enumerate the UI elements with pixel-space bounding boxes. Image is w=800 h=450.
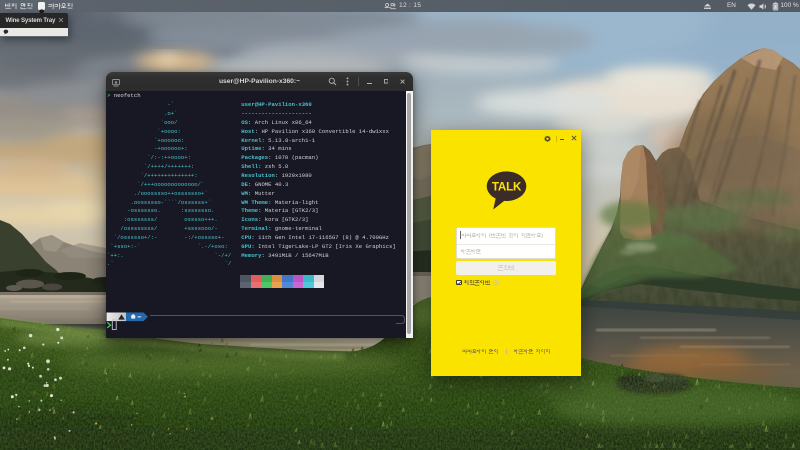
svg-text:?: ? <box>494 281 496 285</box>
svg-text:TALK: TALK <box>491 181 521 194</box>
